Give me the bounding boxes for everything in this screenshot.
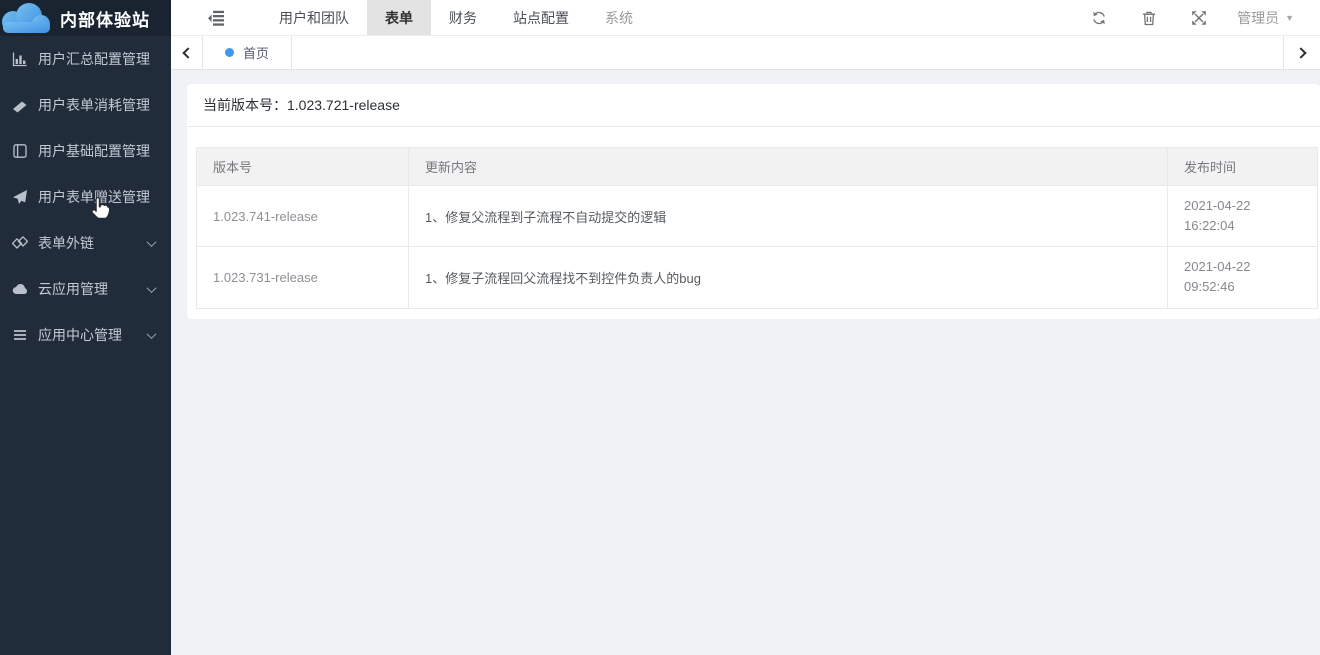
app-layout: 内部体验站 用户汇总配置管理 用户表单消耗管理 用户基础配置管理: [0, 0, 1320, 655]
column-header-content: 更新内容: [409, 148, 1168, 186]
release-content: 1、修复父流程到子流程不自动提交的逻辑: [409, 186, 1168, 247]
main-area: 用户和团队 表单 财务 站点配置 系统: [171, 0, 1320, 655]
bar-chart-icon: [12, 51, 28, 67]
table-row: 1.023.741-release 1、修复父流程到子流程不自动提交的逻辑 20…: [197, 186, 1318, 247]
table-header-row: 版本号 更新内容 发布时间: [197, 148, 1318, 186]
chevron-down-icon: [147, 237, 157, 247]
active-tab-dot-icon: [225, 48, 234, 57]
tabs-scroll-right-button[interactable]: [1283, 36, 1320, 69]
top-header: 用户和团队 表单 财务 站点配置 系统: [171, 0, 1320, 36]
sidebar-item-label: 用户表单赠送管理: [38, 187, 155, 207]
sidebar-item-user-form-consume[interactable]: 用户表单消耗管理: [0, 82, 171, 128]
release-time: 2021-04-22 09:52:46: [1168, 247, 1318, 308]
refresh-icon[interactable]: [1091, 10, 1107, 26]
sidebar-item-label: 用户基础配置管理: [38, 141, 155, 161]
nav-tab-finance[interactable]: 财务: [431, 0, 495, 35]
tabs-spacer: [292, 36, 1283, 69]
chevron-down-icon: [147, 283, 157, 293]
current-version-text: 当前版本号：1.023.721-release: [187, 84, 1320, 127]
column-header-version: 版本号: [197, 148, 409, 186]
chevron-left-icon: [182, 47, 193, 58]
sidebar-item-user-base-config[interactable]: 用户基础配置管理: [0, 128, 171, 174]
sidebar-item-app-center-mgmt[interactable]: 应用中心管理: [0, 312, 171, 358]
sidebar-item-label: 云应用管理: [38, 279, 148, 299]
paper-plane-icon: [12, 189, 28, 205]
user-dropdown[interactable]: 管理员 ▼: [1237, 8, 1294, 28]
chevron-right-icon: [1295, 47, 1306, 58]
tabs-scroll-left-button[interactable]: [171, 36, 203, 69]
trash-icon[interactable]: [1141, 10, 1157, 26]
menu-icon: [12, 327, 28, 343]
content-area: 当前版本号：1.023.721-release 版本号 更新内容 发布时间 1.…: [171, 70, 1320, 655]
release-content: 1、修复子流程回父流程找不到控件负责人的bug: [409, 247, 1168, 308]
app-title: 内部体验站: [60, 6, 150, 31]
header-actions: 管理员 ▼: [1057, 0, 1320, 35]
nav-tab-forms[interactable]: 表单: [367, 0, 431, 35]
sidebar-item-label: 用户表单消耗管理: [38, 95, 155, 115]
sidebar-item-user-form-gift[interactable]: 用户表单赠送管理: [0, 174, 171, 220]
book-icon: [12, 143, 28, 159]
sidebar-menu: 用户汇总配置管理 用户表单消耗管理 用户基础配置管理 用户表单赠送管理: [0, 36, 171, 358]
sidebar-item-label: 用户汇总配置管理: [38, 49, 155, 69]
sidebar-item-user-summary-config[interactable]: 用户汇总配置管理: [0, 36, 171, 82]
release-version: 1.023.731-release: [197, 247, 409, 308]
caret-down-icon: ▼: [1285, 13, 1294, 23]
column-header-publish-time: 发布时间: [1168, 148, 1318, 186]
top-nav: 用户和团队 表单 财务 站点配置 系统: [261, 0, 651, 35]
table-row: 1.023.731-release 1、修复子流程回父流程找不到控件负责人的bu…: [197, 247, 1318, 308]
tab-home[interactable]: 首页: [203, 36, 292, 69]
sidebar-item-cloud-app-mgmt[interactable]: 云应用管理: [0, 266, 171, 312]
cloud-icon: [12, 281, 28, 297]
eraser-icon: [12, 97, 28, 113]
link-icon: [12, 235, 28, 251]
cloud-logo-icon: [0, 1, 54, 35]
user-name: 管理员: [1237, 8, 1279, 28]
sidebar-item-label: 应用中心管理: [38, 325, 148, 345]
sidebar-item-label: 表单外链: [38, 233, 148, 253]
fold-sidebar-icon[interactable]: [208, 9, 225, 26]
nav-tab-users-teams[interactable]: 用户和团队: [261, 0, 367, 35]
app-logo: 内部体验站: [0, 0, 171, 36]
tab-home-label: 首页: [243, 43, 269, 62]
release-time: 2021-04-22 16:22:04: [1168, 186, 1318, 247]
release-table: 版本号 更新内容 发布时间 1.023.741-release 1、修复父流程到…: [196, 147, 1318, 309]
release-panel: 当前版本号：1.023.721-release 版本号 更新内容 发布时间 1.…: [187, 84, 1320, 319]
chevron-down-icon: [147, 329, 157, 339]
fullscreen-icon[interactable]: [1191, 10, 1207, 26]
sidebar-item-form-external-link[interactable]: 表单外链: [0, 220, 171, 266]
nav-tab-system[interactable]: 系统: [587, 0, 651, 35]
page-tabs-bar: 首页: [171, 36, 1320, 70]
nav-tab-site-config[interactable]: 站点配置: [495, 0, 587, 35]
release-version: 1.023.741-release: [197, 186, 409, 247]
sidebar: 内部体验站 用户汇总配置管理 用户表单消耗管理 用户基础配置管理: [0, 0, 171, 655]
